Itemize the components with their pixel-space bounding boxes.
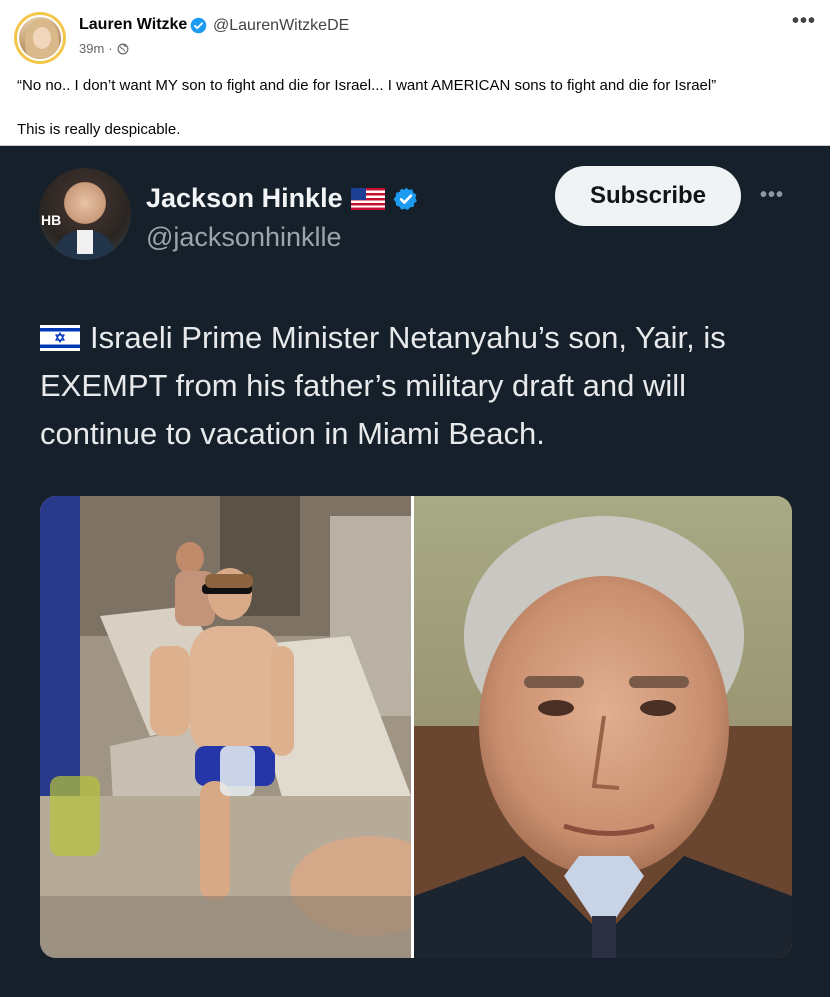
author-avatar[interactable]	[14, 12, 66, 64]
post-time[interactable]: 39m	[79, 41, 104, 56]
author-handle[interactable]: @LaurenWitzkeDE	[213, 17, 349, 35]
embed-more-options-icon: •••	[760, 184, 785, 206]
post-text-comment: This is really despicable.	[17, 121, 181, 138]
embed-avatar: HB	[39, 168, 131, 260]
israel-flag-icon	[40, 325, 80, 351]
embed-tweet-text: Israeli Prime Minister Netanyahu’s son, …	[40, 314, 800, 458]
avatar-overlay-text: HB	[41, 212, 62, 228]
subscribe-button: Subscribe	[555, 166, 741, 226]
verified-badge-icon	[190, 17, 207, 34]
embed-tweet-body: Israeli Prime Minister Netanyahu’s son, …	[40, 320, 726, 451]
poolside-photo	[40, 496, 411, 958]
meta-separator: ·	[108, 41, 113, 56]
post-more-options-icon[interactable]: •••	[792, 11, 816, 31]
embedded-image[interactable]: HB Jackson Hinkle @jacksonhinklle Subscr…	[0, 145, 830, 997]
post-header: Lauren Witzke @LaurenWitzkeDE 39m · •••	[0, 0, 834, 70]
embed-verified-badge-icon	[393, 187, 417, 210]
portrait-photo	[414, 496, 792, 958]
us-flag-icon	[350, 187, 385, 210]
embed-author-row: Jackson Hinkle	[146, 183, 419, 214]
author-name[interactable]: Lauren Witzke	[79, 16, 187, 34]
post-text-quote: “No no.. I don’t want MY son to fight an…	[17, 77, 717, 94]
globe-icon	[117, 43, 129, 54]
post-meta: 39m ·	[79, 41, 129, 56]
embed-author-name: Jackson Hinkle	[146, 183, 343, 213]
photo-collage	[40, 496, 792, 958]
embed-author-handle: @jacksonhinklle	[146, 222, 342, 252]
